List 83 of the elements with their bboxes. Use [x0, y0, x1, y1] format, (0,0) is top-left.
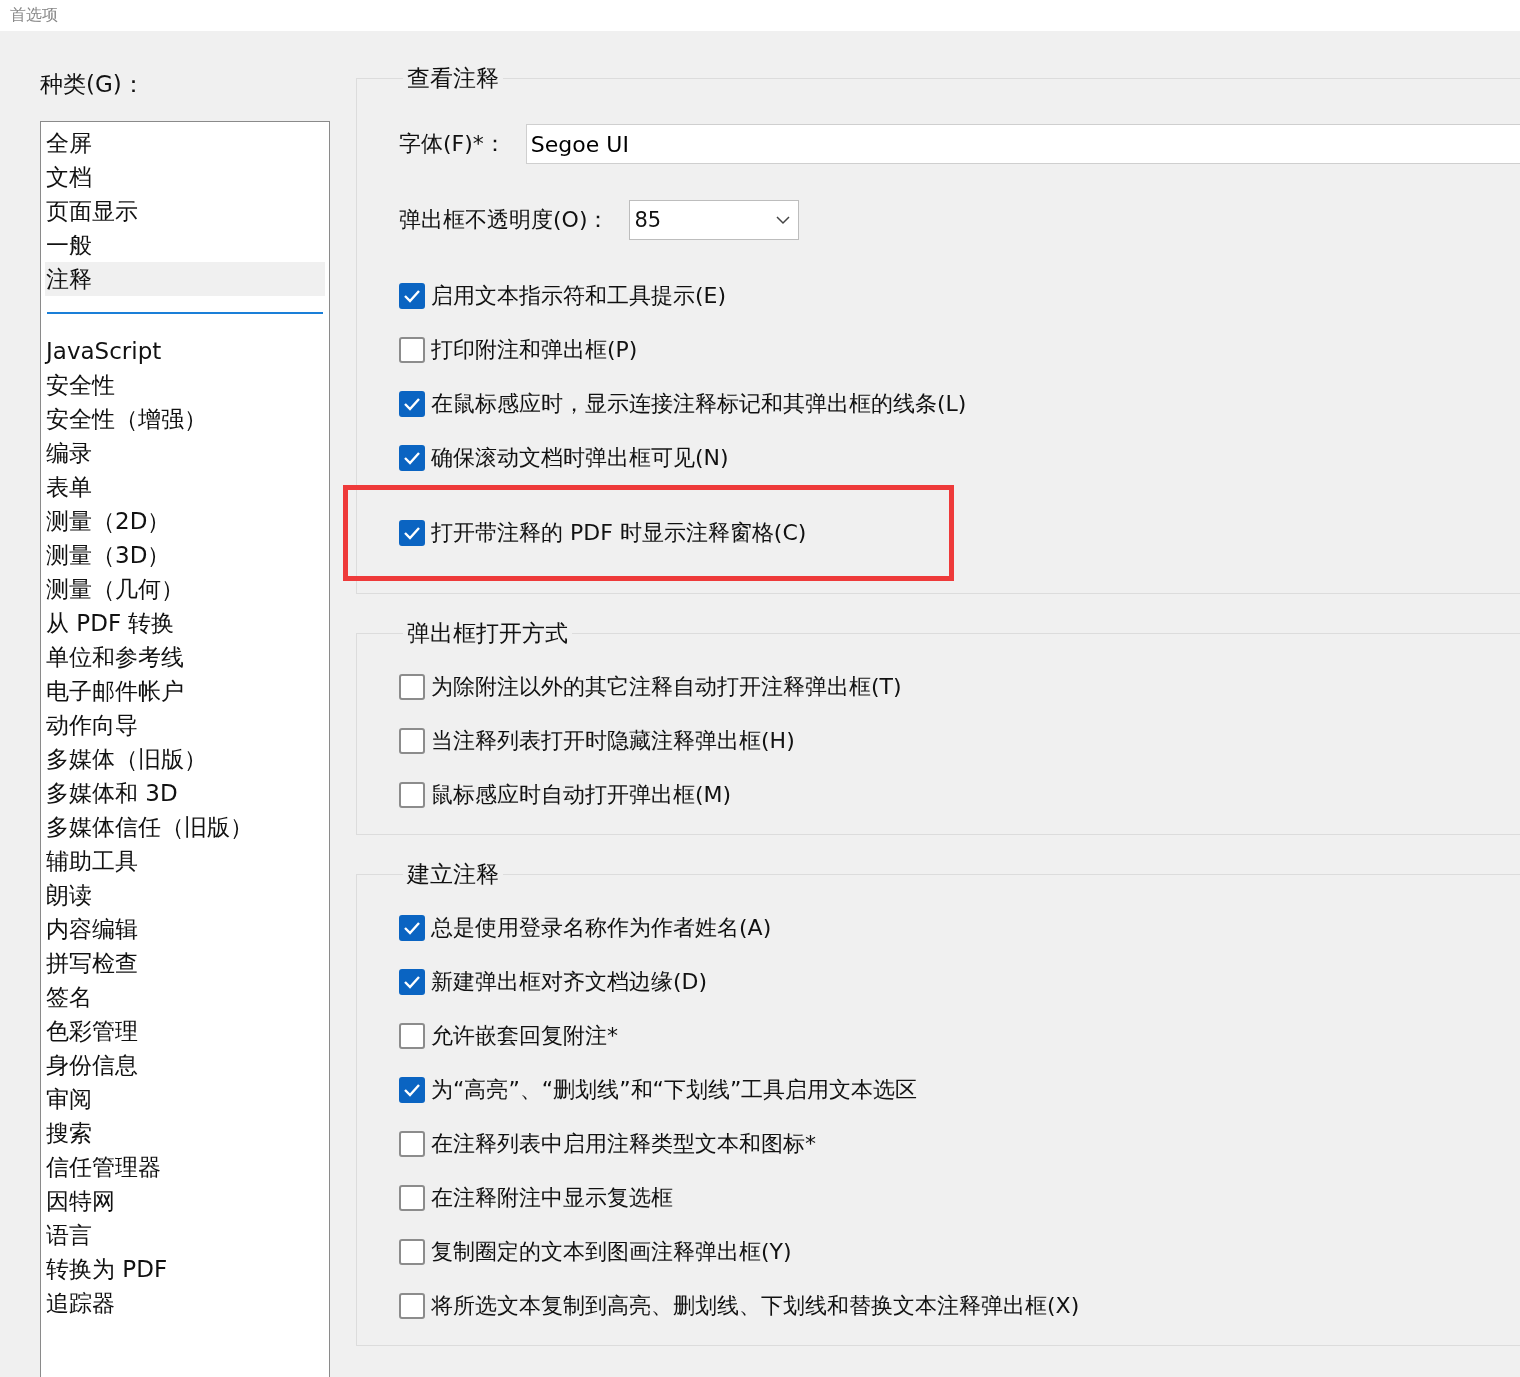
- option-label: 允许嵌套回复附注*: [431, 1022, 618, 1050]
- section-title: 弹出框打开方式: [406, 619, 569, 648]
- category-item[interactable]: 表单: [45, 470, 325, 504]
- category-item[interactable]: 测量（3D）: [45, 538, 325, 572]
- option-label: 新建弹出框对齐文档边缘(D): [431, 968, 708, 996]
- checkbox[interactable]: [399, 1131, 425, 1157]
- category-item[interactable]: 从 PDF 转换: [45, 606, 325, 640]
- category-item[interactable]: 注释: [45, 262, 325, 296]
- category-item[interactable]: 全屏: [45, 126, 325, 160]
- checkmark-icon: [403, 289, 421, 303]
- checkmark-icon: [403, 921, 421, 935]
- category-item[interactable]: 审阅: [45, 1082, 325, 1116]
- option-label: 总是使用登录名称作为作者姓名(A): [431, 914, 772, 942]
- category-item[interactable]: 安全性: [45, 368, 325, 402]
- checkbox[interactable]: [399, 969, 425, 995]
- checkmark-icon: [403, 526, 421, 540]
- category-item[interactable]: 转换为 PDF: [45, 1252, 325, 1286]
- category-item[interactable]: 内容编辑: [45, 912, 325, 946]
- option-label: 为除附注以外的其它注释自动打开注释弹出框(T): [431, 673, 902, 701]
- option-label: 鼠标感应时自动打开弹出框(M): [431, 781, 732, 809]
- checkbox[interactable]: [399, 1023, 425, 1049]
- category-item[interactable]: 追踪器: [45, 1286, 325, 1320]
- option-label: 在鼠标感应时，显示连接注释标记和其弹出框的线条(L): [431, 390, 967, 418]
- category-item[interactable]: 电子邮件帐户: [45, 674, 325, 708]
- section-title: 查看注释: [406, 64, 500, 93]
- category-item[interactable]: 编录: [45, 436, 325, 470]
- opacity-dropdown[interactable]: 85: [629, 200, 800, 240]
- field-label: 弹出框不透明度(O)：: [399, 206, 610, 234]
- category-label: 种类(G)：: [40, 70, 146, 99]
- category-item[interactable]: 因特网: [45, 1184, 325, 1218]
- category-item[interactable]: 签名: [45, 980, 325, 1014]
- category-item[interactable]: 页面显示: [45, 194, 325, 228]
- category-item[interactable]: 测量（2D）: [45, 504, 325, 538]
- option-label: 确保滚动文档时弹出框可见(N): [431, 444, 729, 472]
- checkbox[interactable]: [399, 1185, 425, 1211]
- category-item[interactable]: 信任管理器: [45, 1150, 325, 1184]
- font-field[interactable]: Segoe UI: [525, 124, 1520, 164]
- checkbox[interactable]: [399, 1239, 425, 1265]
- field-label: 字体(F)*：: [399, 130, 506, 158]
- checkbox[interactable]: [399, 782, 425, 808]
- option-label: 将所选文本复制到高亮、删划线、下划线和替换文本注释弹出框(X): [431, 1292, 1080, 1320]
- category-item[interactable]: 搜索: [45, 1116, 325, 1150]
- option-label: 打印附注和弹出框(P): [431, 336, 638, 364]
- category-item[interactable]: 朗读: [45, 878, 325, 912]
- checkbox[interactable]: [399, 445, 425, 471]
- category-item[interactable]: 辅助工具: [45, 844, 325, 878]
- checkbox[interactable]: [399, 391, 425, 417]
- category-item[interactable]: 一般: [45, 228, 325, 262]
- option-label: 在注释列表中启用注释类型文本和图标*: [431, 1130, 816, 1158]
- option-label: 打开带注释的 PDF 时显示注释窗格(C): [431, 519, 807, 547]
- checkmark-icon: [403, 1083, 421, 1097]
- checkbox[interactable]: [399, 1293, 425, 1319]
- category-item[interactable]: 多媒体和 3D: [45, 776, 325, 810]
- category-item[interactable]: JavaScript: [45, 334, 325, 368]
- checkbox[interactable]: [399, 1077, 425, 1103]
- checkbox[interactable]: [399, 728, 425, 754]
- category-item[interactable]: 色彩管理: [45, 1014, 325, 1048]
- option-label: 当注释列表打开时隐藏注释弹出框(H): [431, 727, 795, 755]
- category-item[interactable]: 动作向导: [45, 708, 325, 742]
- option-label: 为“高亮”、“删划线”和“下划线”工具启用文本选区: [431, 1076, 918, 1104]
- checkmark-icon: [403, 975, 421, 989]
- section-title: 建立注释: [406, 860, 500, 889]
- category-item[interactable]: 测量（几何）: [45, 572, 325, 606]
- checkbox[interactable]: [399, 337, 425, 363]
- checkbox[interactable]: [399, 674, 425, 700]
- checkbox[interactable]: [399, 520, 425, 546]
- checkmark-icon: [403, 397, 421, 411]
- category-item[interactable]: 多媒体（旧版）: [45, 742, 325, 776]
- category-item[interactable]: 身份信息: [45, 1048, 325, 1082]
- category-item[interactable]: 文档: [45, 160, 325, 194]
- category-item[interactable]: 语言: [45, 1218, 325, 1252]
- chevron-down-icon: [776, 215, 791, 225]
- option-label: 在注释附注中显示复选框: [431, 1184, 673, 1212]
- option-label: 复制圈定的文本到图画注释弹出框(Y): [431, 1238, 792, 1266]
- category-item[interactable]: 多媒体信任（旧版）: [45, 810, 325, 844]
- checkbox[interactable]: [399, 915, 425, 941]
- option-label: 启用文本指示符和工具提示(E): [431, 282, 727, 310]
- checkbox[interactable]: [399, 283, 425, 309]
- category-item[interactable]: 单位和参考线: [45, 640, 325, 674]
- category-item[interactable]: 安全性（增强）: [45, 402, 325, 436]
- category-item[interactable]: 拼写检查: [45, 946, 325, 980]
- checkmark-icon: [403, 451, 421, 465]
- window-title: 首选项: [10, 5, 58, 26]
